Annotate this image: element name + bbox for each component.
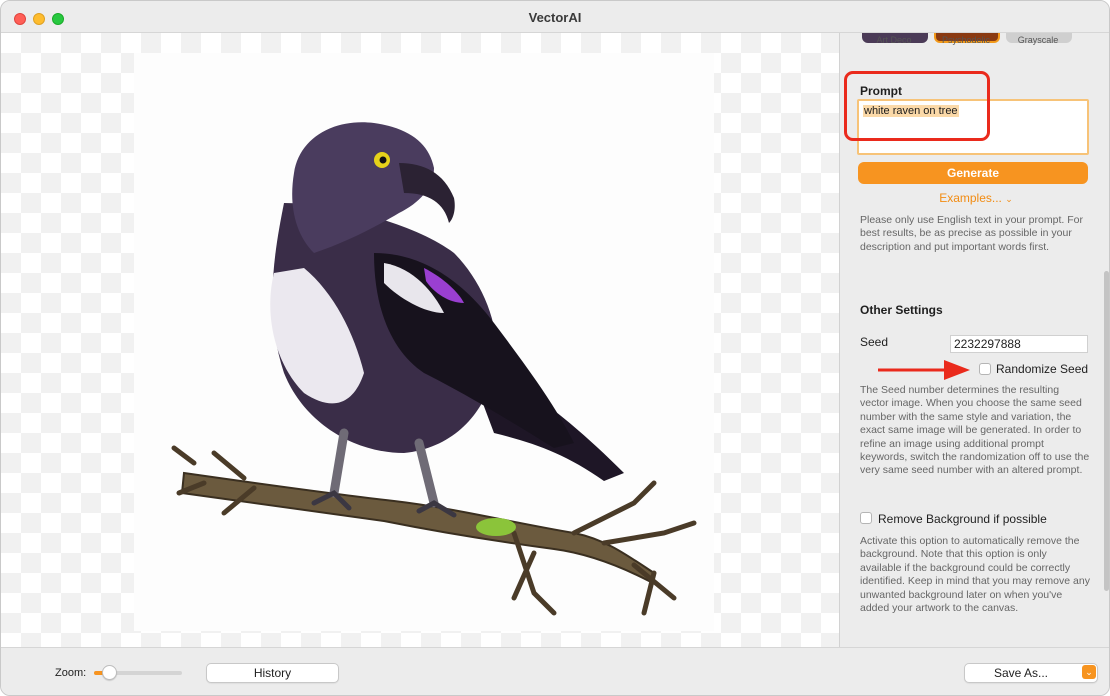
remove-background-label: Remove Background if possible [878,512,1047,526]
randomize-seed-checkbox[interactable] [979,363,991,375]
save-as-label: Save As... [993,666,1049,680]
annotation-arrow-icon [878,360,970,380]
prompt-help-text: Please only use English text in your pro… [860,214,1083,253]
canvas-area[interactable] [1,33,839,647]
title-bar: VectorAI [1,1,1109,33]
beak-shape [399,163,455,223]
zoom-label: Zoom: [55,667,87,679]
zoom-slider-knob[interactable] [101,665,117,680]
moss-shape [476,518,516,536]
artboard[interactable] [134,53,714,631]
style-label-art-deco: Art Deco [876,35,912,45]
app-window: VectorAI Art Deco Psychodelic Grayscale … [0,0,1110,696]
save-as-button[interactable]: Save As... [964,663,1098,683]
remove-background-checkbox[interactable] [860,512,872,524]
history-button[interactable]: History [206,663,339,683]
seed-label: Seed [860,335,889,349]
raven-artwork [171,122,697,616]
randomize-seed-label: Randomize Seed [996,362,1089,376]
generate-button[interactable]: Generate [858,162,1088,184]
other-settings-heading: Other Settings [860,303,943,317]
seed-input[interactable]: 2232297888 [950,335,1088,353]
chevron-down-icon: ⌄ [1005,194,1013,204]
seed-help-text: The Seed number determines the resulting… [860,384,1090,477]
sidebar-scrollbar[interactable] [1104,271,1109,591]
pupil-shape [379,156,387,164]
examples-label: Examples... [939,191,1002,205]
style-label-psychodelic: Psychodelic [941,35,991,45]
remove-background-help-text: Activate this option to automatically re… [860,535,1090,615]
style-thumbnails: Art Deco Psychodelic Grayscale [860,33,1090,59]
window-title: VectorAI [528,10,582,25]
save-as-chevron-icon[interactable]: ⌄ [1082,665,1096,679]
settings-sidebar: Art Deco Psychodelic Grayscale Prompt wh… [839,33,1109,647]
examples-dropdown[interactable]: Examples... ⌄ [840,191,1109,205]
bottom-toolbar: Zoom: History Save As... [1,647,1109,695]
style-label-grayscale: Grayscale [1017,35,1059,45]
annotation-highlight-box [844,71,990,141]
